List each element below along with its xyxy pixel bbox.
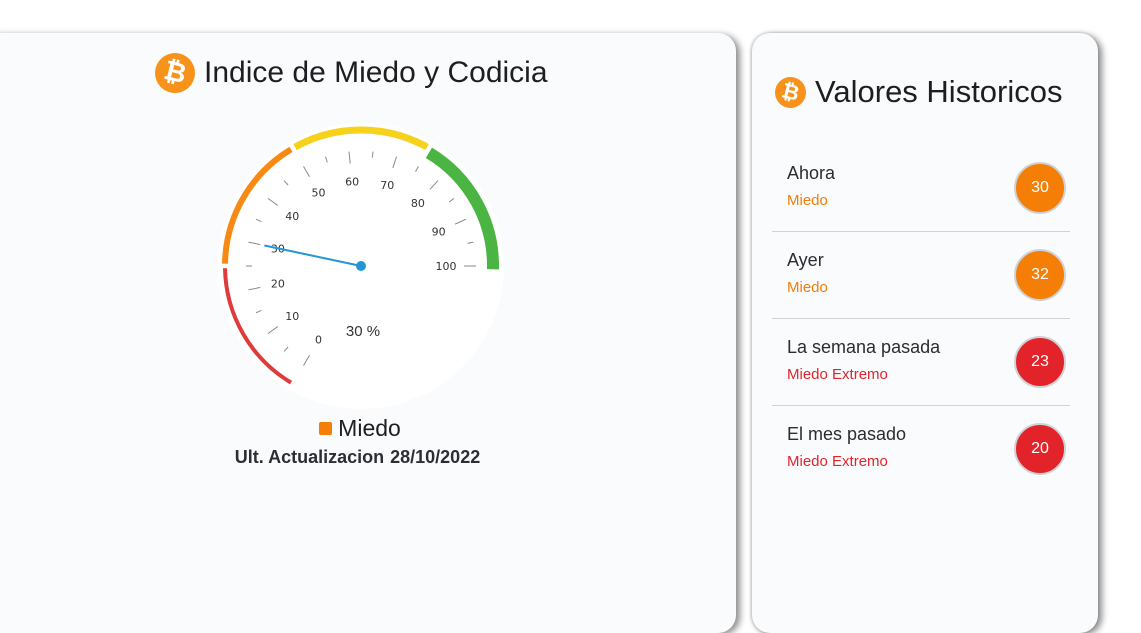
- fear-greed-gauge: 0102030405060708090100 30 %: [218, 123, 504, 409]
- history-item-name: Ayer: [787, 250, 824, 270]
- gauge-tick-label: 40: [285, 210, 299, 223]
- classification-text: Miedo: [338, 415, 401, 441]
- history-title-row: ₿ Valores Historicos: [771, 73, 1063, 111]
- history-title: Valores Historicos: [815, 74, 1063, 109]
- classification-swatch: [319, 422, 333, 435]
- gauge-hub: [356, 261, 366, 271]
- history-item-value-badge: 23: [1014, 336, 1066, 388]
- last-update-date: 28/10/2022: [390, 447, 481, 467]
- history-item-name: El mes pasado: [787, 424, 907, 444]
- last-update: Ult. Actualizacion 28/10/2022: [0, 447, 715, 468]
- history-item-classification: Miedo Extremo: [787, 453, 888, 470]
- gauge-tick-label: 60: [345, 175, 359, 188]
- gauge-tick-label: 70: [380, 179, 394, 192]
- history-item-last-month: El mes pasado Miedo Extremo 20: [772, 406, 1070, 492]
- history-item-name: Ahora: [787, 163, 836, 183]
- index-title-row: ₿ Indice de Miedo y Codicia: [150, 48, 548, 98]
- history-item-classification: Miedo: [787, 279, 828, 296]
- history-item-name: La semana pasada: [787, 337, 941, 357]
- history-item-value-badge: 20: [1014, 423, 1066, 475]
- history-item-yesterday: Ayer Miedo 32: [772, 232, 1070, 319]
- history-item-classification: Miedo: [787, 192, 828, 209]
- history-item-classification: Miedo Extremo: [787, 366, 888, 383]
- history-item-now: Ahora Miedo 30: [772, 145, 1070, 232]
- gauge-tick-label: 90: [432, 225, 446, 238]
- gauge-tick-label: 0: [315, 334, 322, 347]
- gauge-tick-label: 100: [436, 260, 457, 273]
- index-title: Indice de Miedo y Codicia: [204, 56, 548, 89]
- gauge-tick-label: 10: [285, 310, 299, 323]
- bitcoin-icon: ₿: [771, 73, 810, 111]
- last-update-label: Ult. Actualizacion: [234, 447, 385, 467]
- gauge-tick-label: 20: [271, 278, 285, 291]
- classification-label: Miedo: [0, 415, 720, 442]
- history-item-value-badge: 32: [1014, 249, 1066, 301]
- history-item-last-week: La semana pasada Miedo Extremo 23: [772, 319, 1070, 406]
- gauge-tick-label: 80: [411, 197, 425, 210]
- history-item-value-badge: 30: [1014, 162, 1066, 214]
- bitcoin-icon: ₿: [150, 48, 200, 98]
- gauge-tick-label: 50: [312, 186, 326, 199]
- history-list: Ahora Miedo 30 Ayer Miedo 32 La semana p…: [772, 145, 1070, 492]
- gauge-value-text: 30 %: [346, 323, 380, 340]
- gauge-minor-tick: [371, 151, 374, 158]
